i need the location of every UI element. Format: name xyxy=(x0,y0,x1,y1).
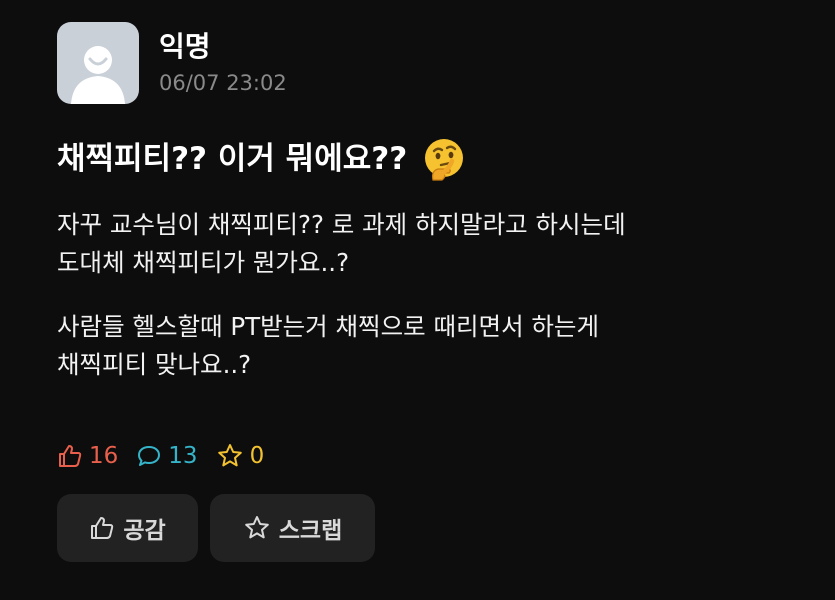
star-icon xyxy=(217,444,242,467)
like-button-label: 공감 xyxy=(123,518,166,544)
scrap-count: 0 xyxy=(249,443,265,469)
post-paragraph: 자꾸 교수님이 채찍피티?? 로 과제 하지말라고 하시는데 도대체 채찍피티가… xyxy=(57,210,626,277)
author-name[interactable]: 익명 xyxy=(159,29,287,65)
like-button[interactable]: 공감 xyxy=(57,494,198,562)
post-timestamp: 06/07 23:02 xyxy=(159,71,287,95)
thinking-face-icon xyxy=(421,136,467,182)
like-count-stat: 16 xyxy=(57,440,118,472)
post-body: 자꾸 교수님이 채찍피티?? 로 과제 하지말라고 하시는데 도대체 채찍피티가… xyxy=(57,206,817,384)
post-actions: 공감 스크랩 xyxy=(57,494,387,562)
thumbs-up-icon xyxy=(91,517,114,539)
like-count: 16 xyxy=(89,443,119,469)
star-icon xyxy=(244,516,269,539)
comment-count: 13 xyxy=(168,443,198,469)
thumbs-up-icon xyxy=(59,445,82,467)
default-profile-icon xyxy=(71,46,125,104)
scrap-count-stat: 0 xyxy=(216,440,265,472)
avatar[interactable] xyxy=(57,22,139,104)
post-paragraph: 사람들 헬스할때 PT받는거 채찍으로 때리면서 하는게 채찍피티 맞나요..? xyxy=(57,312,600,379)
comment-count-stat: 13 xyxy=(136,440,198,472)
post-title: 채찍피티?? 이거 뭐에요?? xyxy=(57,141,408,177)
post-meta: 익명 06/07 23:02 xyxy=(159,22,287,104)
post-container: 익명 06/07 23:02 채찍피티?? 이거 뭐에요?? 자꾸 교수님이 채… xyxy=(0,0,835,600)
scrap-button-label: 스크랩 xyxy=(278,518,343,544)
post-stats: 16 13 0 xyxy=(57,440,282,472)
post-title-row: 채찍피티?? 이거 뭐에요?? xyxy=(57,136,467,182)
scrap-button[interactable]: 스크랩 xyxy=(210,494,375,562)
post-header: 익명 06/07 23:02 xyxy=(57,22,287,104)
comment-bubble-icon xyxy=(138,446,161,466)
